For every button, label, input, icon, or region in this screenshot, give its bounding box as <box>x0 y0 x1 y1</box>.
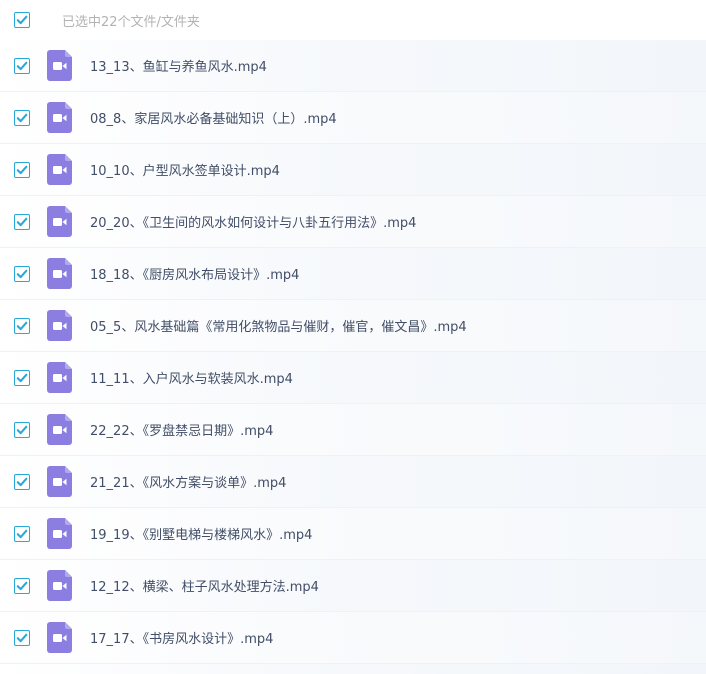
file-name[interactable]: 08_8、家居风水必备基础知识（上）.mp4 <box>90 108 337 127</box>
check-icon <box>16 113 28 122</box>
check-icon <box>16 321 28 330</box>
file-checkbox[interactable] <box>14 629 30 646</box>
file-row-partial <box>0 664 706 674</box>
video-file-icon <box>47 362 72 393</box>
file-name[interactable]: 11_11、入户风水与软装风水.mp4 <box>90 368 293 387</box>
file-selection-view: 已选中22个文件/文件夹 13_13、鱼缸与养鱼风水.mp4 08_8、家居风水… <box>0 0 706 674</box>
file-name[interactable]: 13_13、鱼缸与养鱼风水.mp4 <box>90 56 267 75</box>
file-checkbox[interactable] <box>14 421 30 438</box>
file-checkbox[interactable] <box>14 109 30 126</box>
check-icon <box>16 269 28 278</box>
file-name[interactable]: 10_10、户型风水签单设计.mp4 <box>90 160 280 179</box>
check-icon <box>16 425 28 434</box>
file-row[interactable]: 21_21、《风水方案与谈单》.mp4 <box>0 456 706 508</box>
file-checkbox[interactable] <box>14 317 30 334</box>
video-file-icon <box>47 102 72 133</box>
video-file-icon <box>47 570 72 601</box>
file-name[interactable]: 20_20、《卫生间的风水如何设计与八卦五行用法》.mp4 <box>90 212 416 231</box>
video-file-icon <box>47 414 72 445</box>
check-icon <box>16 15 28 25</box>
check-icon <box>16 529 28 538</box>
selection-header: 已选中22个文件/文件夹 <box>0 0 706 40</box>
video-file-icon <box>47 258 72 289</box>
file-row[interactable]: 18_18、《厨房风水布局设计》.mp4 <box>0 248 706 300</box>
file-checkbox[interactable] <box>14 265 30 282</box>
check-icon <box>16 373 28 382</box>
file-name[interactable]: 21_21、《风水方案与谈单》.mp4 <box>90 472 286 491</box>
video-file-icon <box>47 310 72 341</box>
video-file-icon <box>47 622 72 653</box>
file-name[interactable]: 19_19、《别墅电梯与楼梯风水》.mp4 <box>90 524 312 543</box>
file-checkbox[interactable] <box>14 213 30 230</box>
file-name[interactable]: 05_5、风水基础篇《常用化煞物品与催财，催官，催文昌》.mp4 <box>90 316 467 335</box>
file-row[interactable]: 11_11、入户风水与软装风水.mp4 <box>0 352 706 404</box>
check-icon <box>16 217 28 226</box>
file-checkbox[interactable] <box>14 57 30 74</box>
file-checkbox[interactable] <box>14 525 30 542</box>
file-row[interactable]: 13_13、鱼缸与养鱼风水.mp4 <box>0 40 706 92</box>
file-name[interactable]: 22_22、《罗盘禁忌日期》.mp4 <box>90 420 273 439</box>
file-row[interactable]: 05_5、风水基础篇《常用化煞物品与催财，催官，催文昌》.mp4 <box>0 300 706 352</box>
file-row[interactable]: 12_12、横梁、柱子风水处理方法.mp4 <box>0 560 706 612</box>
check-icon <box>16 633 28 642</box>
file-name[interactable]: 18_18、《厨房风水布局设计》.mp4 <box>90 264 299 283</box>
file-row[interactable]: 20_20、《卫生间的风水如何设计与八卦五行用法》.mp4 <box>0 196 706 248</box>
selection-summary: 已选中22个文件/文件夹 <box>62 14 200 30</box>
check-icon <box>16 477 28 486</box>
file-row[interactable]: 17_17、《书房风水设计》.mp4 <box>0 612 706 664</box>
file-row[interactable]: 10_10、户型风水签单设计.mp4 <box>0 144 706 196</box>
file-row[interactable]: 08_8、家居风水必备基础知识（上）.mp4 <box>0 92 706 144</box>
file-list: 13_13、鱼缸与养鱼风水.mp4 08_8、家居风水必备基础知识（上）.mp4… <box>0 40 706 674</box>
file-name[interactable]: 12_12、横梁、柱子风水处理方法.mp4 <box>90 576 319 595</box>
video-file-icon <box>47 206 72 237</box>
file-checkbox[interactable] <box>14 473 30 490</box>
file-checkbox[interactable] <box>14 369 30 386</box>
file-row[interactable]: 19_19、《别墅电梯与楼梯风水》.mp4 <box>0 508 706 560</box>
file-checkbox[interactable] <box>14 161 30 178</box>
video-file-icon <box>47 518 72 549</box>
check-icon <box>16 581 28 590</box>
select-all-checkbox[interactable] <box>14 12 30 28</box>
file-name[interactable]: 17_17、《书房风水设计》.mp4 <box>90 628 273 647</box>
file-checkbox[interactable] <box>14 577 30 594</box>
file-row[interactable]: 22_22、《罗盘禁忌日期》.mp4 <box>0 404 706 456</box>
video-file-icon <box>47 466 72 497</box>
check-icon <box>16 165 28 174</box>
check-icon <box>16 61 28 70</box>
video-file-icon <box>47 50 72 81</box>
video-file-icon <box>47 154 72 185</box>
